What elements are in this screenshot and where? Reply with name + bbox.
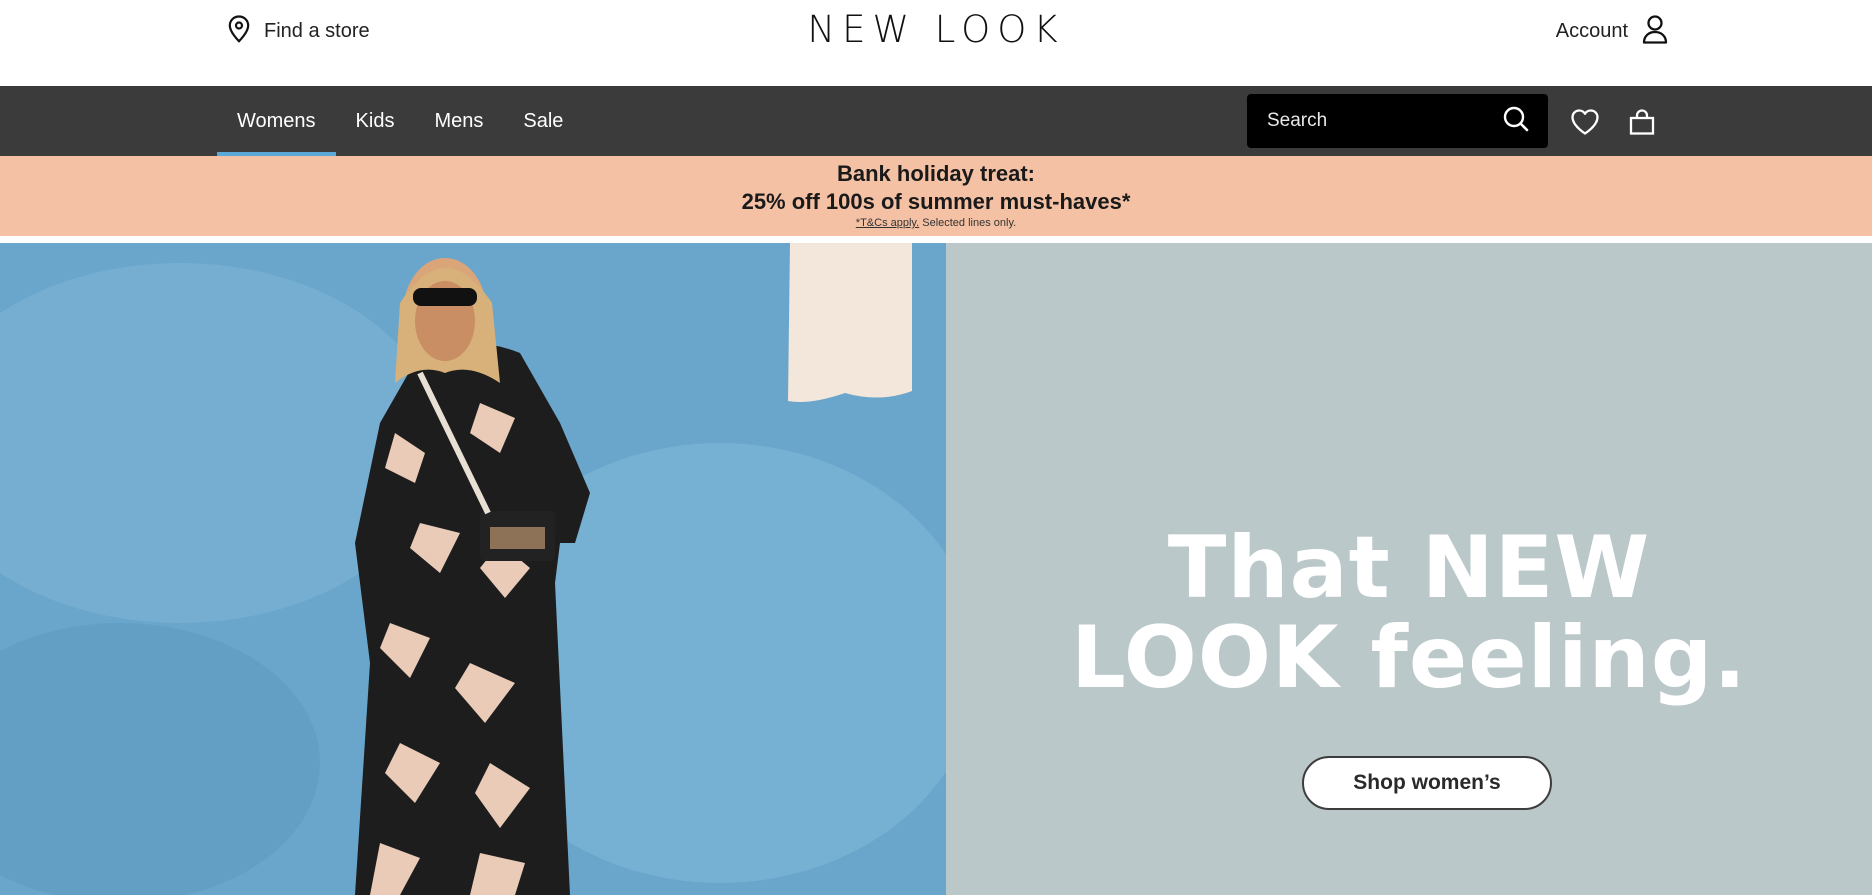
hero-headline: That NEW LOOK feeling. <box>946 523 1872 703</box>
nav-tab-mens[interactable]: Mens <box>414 86 503 156</box>
top-utility-bar: Find a store NEW LOOK Account <box>0 0 1872 86</box>
user-icon <box>1642 14 1668 49</box>
promo-offer: 25% off 100s of summer must-haves* <box>741 189 1131 214</box>
account-label: Account <box>1555 19 1628 42</box>
promo-terms: *T&Cs apply. Selected lines only. <box>0 216 1872 230</box>
main-navigation: Womens Kids Mens Sale Search <box>0 86 1872 156</box>
hero-headline-line-2: LOOK feeling. <box>1070 608 1747 708</box>
nav-tab-sale[interactable]: Sale <box>503 86 583 156</box>
terms-text: Selected lines only. <box>922 217 1017 229</box>
shopping-bag-icon[interactable] <box>1627 107 1657 137</box>
wishlist-heart-icon[interactable] <box>1570 107 1600 137</box>
account-link[interactable]: Account <box>1556 12 1668 50</box>
hero-headline-line-1: That NEW <box>1167 518 1651 618</box>
nav-tab-kids[interactable]: Kids <box>336 86 415 156</box>
search-placeholder: Search <box>1267 110 1328 131</box>
search-input[interactable]: Search <box>1247 94 1548 148</box>
promo-banner[interactable]: Bank holiday treat: 25% off 100s of summ… <box>0 156 1872 236</box>
shop-womens-button[interactable]: Shop women’s <box>1302 756 1552 810</box>
nav-tab-womens[interactable]: Womens <box>217 86 336 156</box>
hero-section: That NEW LOOK feeling. Shop women’s <box>0 243 1872 895</box>
terms-link[interactable]: *T&Cs apply. <box>856 217 919 229</box>
nav-tabs: Womens Kids Mens Sale <box>217 86 583 156</box>
hero-promo-panel: That NEW LOOK feeling. Shop women’s <box>946 243 1872 895</box>
search-icon[interactable] <box>1502 105 1530 138</box>
promo-headline: Bank holiday treat: <box>836 161 1036 186</box>
hero-model-image[interactable] <box>0 243 946 895</box>
